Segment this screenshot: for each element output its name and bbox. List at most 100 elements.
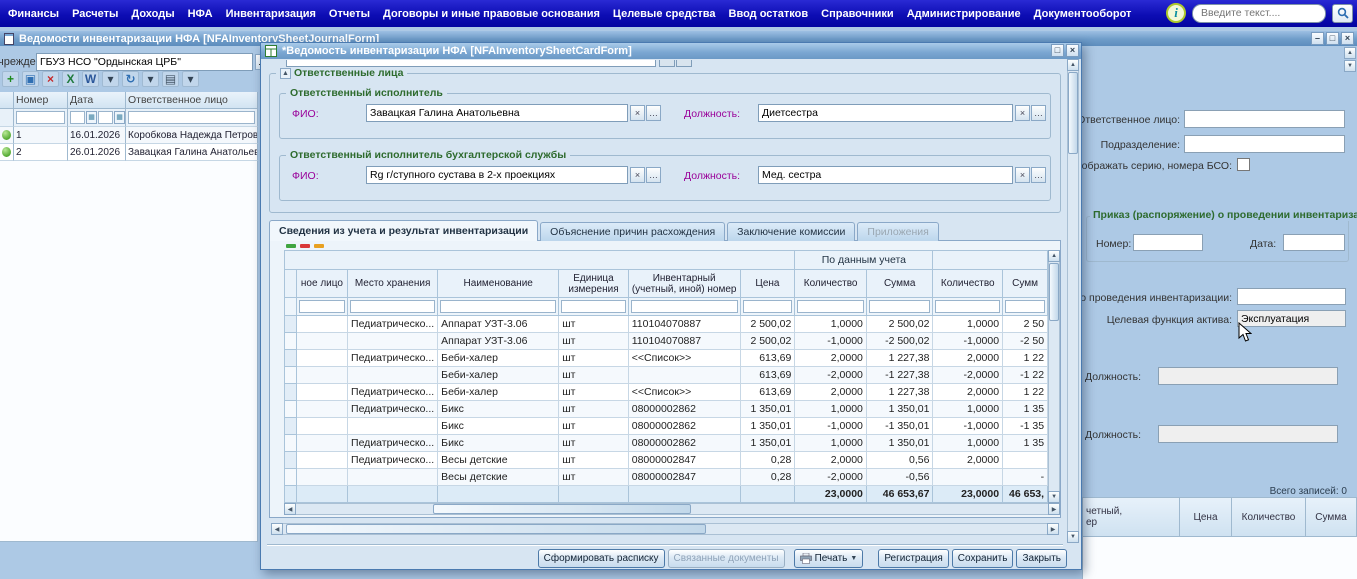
grid-scroll-right-icon[interactable]: ▶ [1048,503,1060,515]
grid-horizontal-scrollbar[interactable]: ◀ ▶ [284,503,1060,515]
grid-row-selector[interactable] [285,469,297,486]
target-function-input[interactable] [1237,310,1346,327]
grid-row[interactable]: Беби-халершт613,69-2,0000-1 227,38-2,000… [285,367,1048,384]
grid-column-header[interactable]: Цена [740,270,795,298]
accounting-fio-input[interactable] [366,166,628,184]
menu-item-11[interactable]: Администрирование [907,8,1021,20]
print-icon[interactable]: ▤ [162,71,179,87]
tab-3[interactable]: Заключение комиссии [727,222,855,241]
menu-item-4[interactable]: НФА [188,8,213,20]
card-window-titlebar[interactable]: *Ведомость инвентаризации НФА [NFAInvent… [261,43,1081,59]
menu-item-1[interactable]: Финансы [8,8,59,20]
calendar-icon[interactable]: ▦ [114,111,125,124]
print-button[interactable]: Печать ▼ [794,549,864,568]
grid-column-header[interactable]: Инвентарный (учетный, иной) номер [628,270,740,298]
grid-row[interactable]: Педиатрическо...Беби-халершт<<Список>>61… [285,350,1048,367]
grid-vertical-scrollbar[interactable]: ▲ ▼ [1048,250,1060,503]
menu-item-9[interactable]: Ввод остатков [729,8,809,20]
copy-record-icon[interactable]: ▣ [22,71,39,87]
clipped-clear-button[interactable] [659,60,675,67]
journal-close-button[interactable]: × [1341,32,1354,45]
delete-record-icon[interactable]: × [42,71,59,87]
date-to-filter-input[interactable] [98,111,113,124]
grid-row-selector[interactable] [285,418,297,435]
word-export-icon[interactable]: W [82,71,99,87]
executor-fio-input[interactable] [366,104,628,122]
executor-position-input[interactable] [758,104,1013,122]
menu-item-3[interactable]: Доходы [131,8,174,20]
grid-row-selector[interactable] [285,333,297,350]
accounting-position-clear-icon[interactable]: × [1015,167,1030,183]
accounting-position-lookup-icon[interactable]: … [1031,167,1046,183]
card-scroll-down-icon[interactable]: ▼ [1067,531,1079,543]
grid-column-header[interactable]: ное лицо [296,270,347,298]
grid-row[interactable]: Педиатрическо...Биксшт080000028621 350,0… [285,401,1048,418]
grid-vscroll-thumb[interactable] [1049,263,1059,321]
menu-item-8[interactable]: Целевые средства [613,8,716,20]
menu-item-5[interactable]: Инвентаризация [226,8,316,20]
excel-export-icon[interactable]: X [62,71,79,87]
scroll-up-icon[interactable]: ▲ [1344,47,1356,59]
grid-column-header[interactable]: Сумма [866,270,933,298]
grid-row[interactable]: Педиатрическо...Биксшт080000028621 350,0… [285,435,1048,452]
grid-row[interactable]: Педиатрическо...Беби-халершт<<Список>>61… [285,384,1048,401]
card-vertical-scrollbar[interactable]: ▲ ▼ [1067,59,1079,543]
refresh-icon[interactable]: ↻ [122,71,139,87]
grid-filter-input[interactable] [350,300,435,313]
grid-hscroll-thumb[interactable] [433,504,691,514]
card-scroll-up-icon[interactable]: ▲ [1067,59,1079,71]
form-hscroll-thumb[interactable] [286,524,706,534]
position2-input[interactable] [1158,425,1338,443]
clipped-lookup-button[interactable] [676,60,692,67]
grid-filter-input[interactable] [299,300,345,313]
menu-item-12[interactable]: Документооборот [1034,8,1132,20]
grid-row[interactable]: Весы детскиешт080000028470,28-2,0000-0,5… [285,469,1048,486]
journal-col-person[interactable]: Ответственное лицо [126,92,258,109]
grid-filter-input[interactable] [1005,300,1045,313]
create-receipt-button[interactable]: Сформировать расписку [538,549,665,568]
grid-row[interactable]: Педиатрическо...Весы детскиешт0800000284… [285,452,1048,469]
grid-scroll-down-icon[interactable]: ▼ [1048,491,1060,503]
department-input[interactable] [1184,135,1345,153]
accounting-fio-lookup-icon[interactable]: … [646,167,661,183]
grid-row-selector[interactable] [285,350,297,367]
scroll-down-icon[interactable]: ▼ [1344,60,1356,72]
search-input[interactable] [1192,4,1326,23]
grid-row[interactable]: Биксшт080000028621 350,01-1,0000-1 350,0… [285,418,1048,435]
templates-dropdown-icon[interactable]: ▾ [102,71,119,87]
date-from-filter-input[interactable] [70,111,85,124]
order-date-input[interactable] [1283,234,1345,251]
grid-filter-input[interactable] [631,300,738,313]
grid-scroll-left-icon[interactable]: ◀ [284,503,296,515]
grid-row[interactable]: Педиатрическо...Аппарат УЗТ-3.06шт110104… [285,316,1048,333]
clipped-input[interactable] [286,60,656,67]
filter-dropdown-icon[interactable]: ▾ [142,71,159,87]
print-dropdown-icon[interactable]: ▾ [182,71,199,87]
tab-1[interactable]: Сведения из учета и результат инвентариз… [269,220,538,241]
form-horizontal-scrollbar[interactable]: ◀ ▶ [271,523,1059,535]
grid-scroll-up-icon[interactable]: ▲ [1048,250,1060,262]
search-button[interactable] [1332,4,1353,23]
position1-input[interactable] [1158,367,1338,385]
tab-2[interactable]: Объяснение причин расхождения [540,222,725,241]
grid-filter-input[interactable] [935,300,1000,313]
grid-filter-input[interactable] [797,300,864,313]
executor-fio-lookup-icon[interactable]: … [646,105,661,121]
journal-col-number[interactable]: Номер [14,92,68,109]
grid-row-selector[interactable] [285,435,297,452]
save-button[interactable]: Сохранить [952,549,1014,568]
menu-item-2[interactable]: Расчеты [72,8,118,20]
card-vscroll-thumb[interactable] [1068,72,1078,154]
grid-column-header[interactable]: Количество [933,270,1003,298]
accounting-position-input[interactable] [758,166,1013,184]
executor-position-clear-icon[interactable]: × [1015,105,1030,121]
menu-item-6[interactable]: Отчеты [329,8,370,20]
journal-row[interactable]: 226.01.2026Завацкая Галина Анатольевна [0,144,258,161]
grid-row-selector[interactable] [285,384,297,401]
menu-item-7[interactable]: Договоры и иные правовые основания [383,8,600,20]
accounting-fio-clear-icon[interactable]: × [630,167,645,183]
collapse-icon[interactable]: ▲ [280,68,291,79]
register-button[interactable]: Регистрация [878,549,948,568]
grid-column-header[interactable]: Наименование [438,270,559,298]
grid-filter-input[interactable] [440,300,556,313]
